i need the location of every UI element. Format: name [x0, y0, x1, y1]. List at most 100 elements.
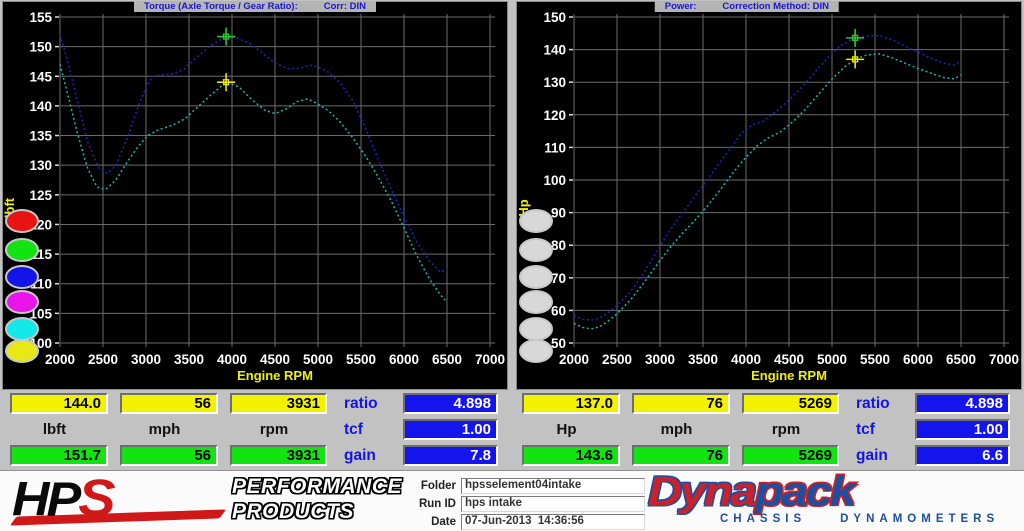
channel-button-gray-2[interactable] — [519, 238, 553, 262]
svg-text:5000: 5000 — [303, 352, 333, 367]
power-gain-label: gain — [856, 447, 888, 464]
power-cursor-mph-field: 76 — [632, 393, 730, 414]
x-axis-title: Engine RPM — [237, 368, 313, 383]
run-info-form: Folder hpsselement04intake Run ID hps in… — [404, 477, 645, 531]
torque-unit-label: lbft — [42, 421, 67, 438]
dynapack-dynamometers-text: DYNAMOMETERS — [840, 513, 1000, 525]
power-title-text: Power: — [664, 1, 697, 12]
svg-text:3500: 3500 — [174, 352, 204, 367]
hps-products-text: PRODUCTS — [232, 500, 354, 523]
svg-text:4000: 4000 — [731, 352, 761, 367]
dynapack-tagline: CHASSIS DYNAMOMETERS — [720, 513, 1014, 525]
power-chart-plot[interactable]: 2000 2500 3000 3500 4000 4500 5000 5500 6000 6500… — [517, 2, 1021, 389]
folder-input[interactable]: hpsselement04intake — [461, 478, 645, 494]
green-cursor[interactable] — [846, 28, 865, 47]
power-readout-table: 137.0 76 5269 ratio 4.898 Hp mph rpm tcf… — [512, 390, 1024, 470]
channel-button-green[interactable] — [5, 238, 39, 262]
readout-section: 144.0 56 3931 ratio 4.898 lbft mph rpm t… — [0, 390, 1024, 470]
curve-run-blue — [59, 34, 448, 273]
torque-cursor2-rpm-field: 3931 — [230, 445, 327, 466]
svg-text:5500: 5500 — [346, 352, 376, 367]
svg-text:140: 140 — [543, 43, 566, 58]
torque-cursor2-value-field: 151.7 — [10, 445, 108, 466]
svg-text:2000: 2000 — [559, 352, 589, 367]
channel-button-red[interactable] — [5, 209, 39, 233]
svg-text:3000: 3000 — [645, 352, 675, 367]
svg-text:70: 70 — [551, 271, 566, 286]
channel-button-blue[interactable] — [5, 265, 39, 289]
axis-tick-labels: 2000 2500 3000 3500 4000 4500 5000 5500 6000 6500… — [543, 10, 1019, 367]
power-chart-panel: Power: Correction Method: DIN 2000 2500 30… — [516, 1, 1022, 390]
rpm-unit-label: rpm — [259, 421, 289, 438]
svg-text:110: 110 — [544, 140, 566, 155]
svg-text:7000: 7000 — [475, 352, 505, 367]
power-cursor-rpm-field: 5269 — [742, 393, 839, 414]
yellow-cursor[interactable] — [846, 50, 865, 69]
power-cursor-value-field: 137.0 — [522, 393, 620, 414]
gridlines — [569, 14, 1009, 347]
channel-button-yellow[interactable] — [5, 339, 39, 363]
date-label: Date — [431, 516, 456, 528]
svg-text:135: 135 — [29, 129, 52, 144]
dyno-software-window: Torque (Axle Torque / Gear Ratio): Corr:… — [0, 0, 1024, 531]
dynapack-chassis-text: CHASSIS — [720, 513, 807, 525]
svg-text:2000: 2000 — [45, 352, 75, 367]
svg-text:125: 125 — [29, 188, 52, 203]
svg-text:140: 140 — [29, 99, 52, 114]
hps-logo-letters: HPS — [12, 472, 222, 527]
torque-tcf-label: tcf — [344, 421, 363, 438]
power-gain-field: 6.6 — [915, 445, 1010, 466]
torque-chart-plot[interactable]: 2000 2500 3000 3500 4000 4500 5000 5500 6000 6500… — [3, 2, 507, 389]
svg-text:3500: 3500 — [688, 352, 718, 367]
svg-text:3000: 3000 — [131, 352, 161, 367]
power-unit-label: Hp — [556, 421, 577, 438]
channel-button-magenta[interactable] — [5, 290, 39, 314]
speed-unit-label: mph — [660, 421, 693, 438]
torque-chart-title: Torque (Axle Torque / Gear Ratio): Corr:… — [133, 1, 377, 12]
svg-text:130: 130 — [29, 158, 52, 173]
svg-text:6500: 6500 — [432, 352, 462, 367]
svg-text:4000: 4000 — [217, 352, 247, 367]
date-row: Date 07-Jun-2013 14:36:56 — [404, 513, 645, 531]
svg-text:120: 120 — [543, 108, 566, 123]
torque-cursor2-mph-field: 56 — [120, 445, 218, 466]
channel-button-gray-6[interactable] — [519, 339, 553, 363]
date-input[interactable]: 07-Jun-2013 14:36:56 — [461, 514, 645, 530]
run-id-input[interactable]: hps intake — [461, 496, 645, 512]
svg-text:150: 150 — [543, 10, 566, 25]
hps-logo-s: S — [78, 468, 115, 527]
svg-text:130: 130 — [543, 75, 566, 90]
svg-text:5500: 5500 — [860, 352, 890, 367]
channel-button-gray-1[interactable] — [519, 209, 553, 233]
svg-text:60: 60 — [551, 303, 566, 318]
power-chart-title: Power: Correction Method: DIN — [654, 1, 840, 12]
channel-button-cyan[interactable] — [5, 317, 39, 341]
folder-row: Folder hpsselement04intake — [404, 477, 645, 495]
svg-text:5000: 5000 — [817, 352, 847, 367]
svg-text:7000: 7000 — [989, 352, 1019, 367]
svg-text:2500: 2500 — [602, 352, 632, 367]
power-cursor2-mph-field: 76 — [632, 445, 730, 466]
power-correction-text: Correction Method: DIN — [722, 1, 830, 12]
dynapack-wordmark: Dynapack — [648, 470, 1014, 511]
power-tcf-field: 1.00 — [915, 419, 1010, 440]
torque-cursor-value-field: 144.0 — [10, 393, 108, 414]
dynapack-dyna-text: Dyna — [648, 467, 757, 515]
svg-text:50: 50 — [551, 336, 566, 351]
svg-text:100: 100 — [543, 173, 566, 188]
svg-text:4500: 4500 — [260, 352, 290, 367]
power-ratio-label: ratio — [856, 395, 890, 412]
channel-button-gray-4[interactable] — [519, 290, 553, 314]
svg-text:4500: 4500 — [774, 352, 804, 367]
svg-text:155: 155 — [29, 10, 52, 25]
speed-unit-label: mph — [148, 421, 181, 438]
channel-button-gray-5[interactable] — [519, 317, 553, 341]
channel-button-gray-3[interactable] — [519, 265, 553, 289]
hps-logo: HPS — [9, 472, 227, 529]
dynapack-logo: Dynapack CHASSIS DYNAMOMETERS — [648, 470, 1014, 525]
torque-correction-text: Corr: DIN — [323, 1, 367, 12]
curve-run-cyan — [59, 64, 446, 301]
power-ratio-field: 4.898 — [915, 393, 1010, 414]
hps-logo-hp: HP — [12, 473, 81, 527]
torque-ratio-label: ratio — [344, 395, 378, 412]
